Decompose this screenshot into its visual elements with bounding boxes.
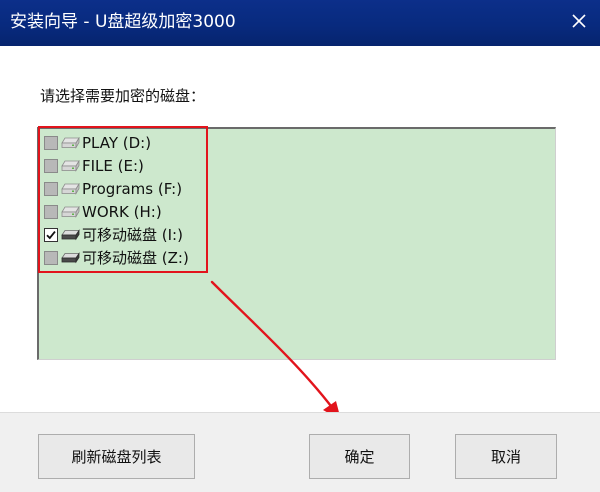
hard-drive-icon [61,183,80,195]
disk-checkbox[interactable] [44,182,58,196]
hard-drive-icon [61,206,80,218]
select-disk-prompt: 请选择需要加密的磁盘： [40,87,206,105]
disk-label: 可移动磁盘 (I:) [82,226,183,244]
disk-label: 可移动磁盘 (Z:) [82,249,189,267]
disk-checkbox[interactable] [44,136,58,150]
window-title: 安装向导 - U盘超级加密3000 [10,12,236,32]
disk-checkbox[interactable] [44,251,58,265]
disk-label: Programs (F:) [82,180,183,198]
cancel-button[interactable]: 取消 [455,434,557,479]
hard-drive-icon [61,160,80,172]
hard-drive-icon [61,137,80,149]
disk-label: WORK (H:) [82,203,162,221]
ok-button[interactable]: 确定 [309,434,410,479]
removable-drive-icon [61,229,80,241]
close-button[interactable] [566,8,592,34]
disk-label: FILE (E:) [82,157,144,175]
disk-item-z[interactable]: 可移动磁盘 (Z:) [44,248,214,268]
disk-checkbox[interactable] [44,159,58,173]
disk-checkbox[interactable] [44,205,58,219]
disk-list[interactable]: PLAY (D:) FILE (E:) Programs (F:) WORK (… [37,127,556,360]
refresh-disk-list-button[interactable]: 刷新磁盘列表 [38,434,195,479]
disk-item-f[interactable]: Programs (F:) [44,179,214,199]
removable-drive-icon [61,252,80,264]
disk-item-i[interactable]: 可移动磁盘 (I:) [44,225,214,245]
disk-item-e[interactable]: FILE (E:) [44,156,214,176]
title-bar: 安装向导 - U盘超级加密3000 [0,0,600,46]
disk-item-h[interactable]: WORK (H:) [44,202,214,222]
close-icon [566,8,592,34]
disk-label: PLAY (D:) [82,134,152,152]
disk-checkbox-checked[interactable] [44,228,58,242]
disk-item-d[interactable]: PLAY (D:) [44,133,214,153]
footer-bar: 刷新磁盘列表 确定 取消 [0,412,600,492]
content-area: 请选择需要加密的磁盘： PLAY (D:) FILE (E:) Programs… [0,46,600,412]
checkmark-icon [45,229,57,241]
